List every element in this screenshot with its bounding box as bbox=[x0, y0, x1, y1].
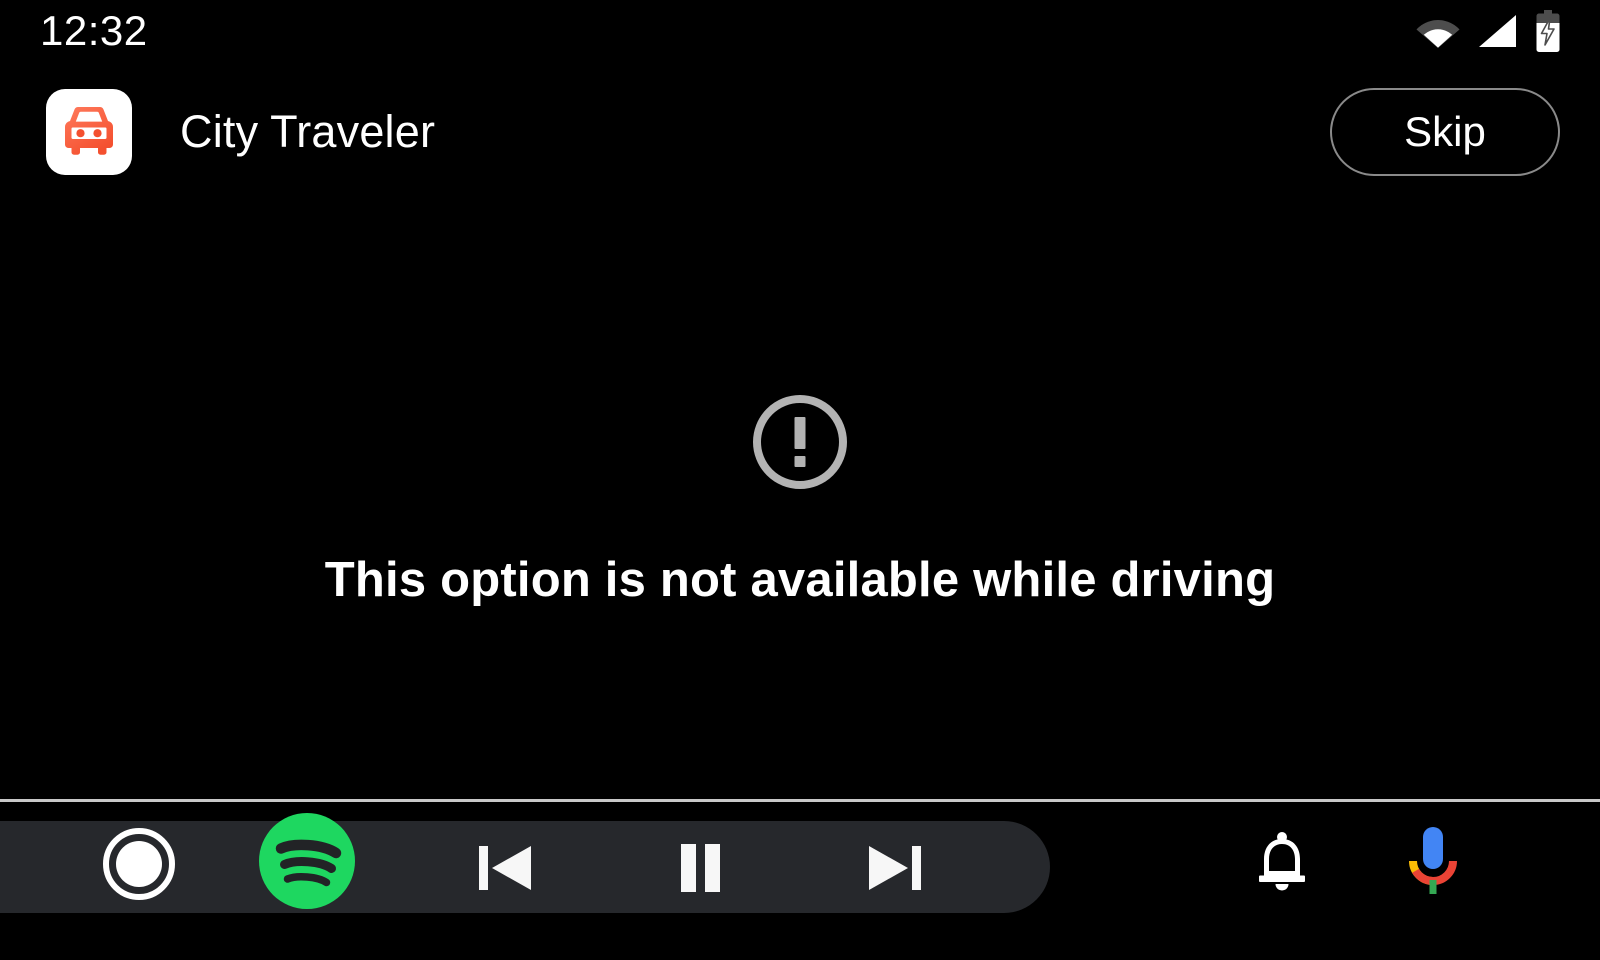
status-clock: 12:32 bbox=[40, 7, 148, 54]
assistant-button[interactable] bbox=[1395, 824, 1471, 906]
home-circle-icon bbox=[103, 828, 175, 900]
pause-icon bbox=[681, 844, 720, 892]
pause-button[interactable] bbox=[661, 829, 739, 907]
bell-icon bbox=[1259, 832, 1305, 891]
cellular-signal-icon bbox=[1479, 15, 1516, 47]
spotify-app-button[interactable] bbox=[258, 812, 356, 910]
app-title: City Traveler bbox=[180, 106, 436, 157]
status-icons-group bbox=[1416, 10, 1562, 52]
next-track-button[interactable] bbox=[856, 829, 934, 907]
error-circle-icon bbox=[753, 395, 847, 489]
microphone-icon bbox=[1409, 827, 1457, 894]
status-bar: 12:32 bbox=[0, 0, 1600, 62]
car-icon bbox=[65, 106, 113, 155]
driving-restriction-message: This option is not available while drivi… bbox=[324, 553, 1276, 607]
battery-charging-icon bbox=[1536, 10, 1560, 52]
app-header: City Traveler Skip bbox=[0, 62, 1600, 202]
notifications-button[interactable] bbox=[1245, 828, 1319, 902]
wifi-icon bbox=[1416, 20, 1460, 48]
bottom-nav-bar bbox=[0, 802, 1600, 960]
spotify-icon bbox=[259, 813, 355, 909]
home-button[interactable] bbox=[101, 826, 177, 902]
previous-track-button[interactable] bbox=[466, 829, 544, 907]
main-content: This option is not available while drivi… bbox=[0, 202, 1600, 800]
skip-button[interactable]: Skip bbox=[1330, 88, 1560, 176]
app-icon-tile bbox=[46, 89, 132, 175]
skip-next-icon bbox=[869, 846, 921, 890]
skip-previous-icon bbox=[479, 846, 531, 890]
